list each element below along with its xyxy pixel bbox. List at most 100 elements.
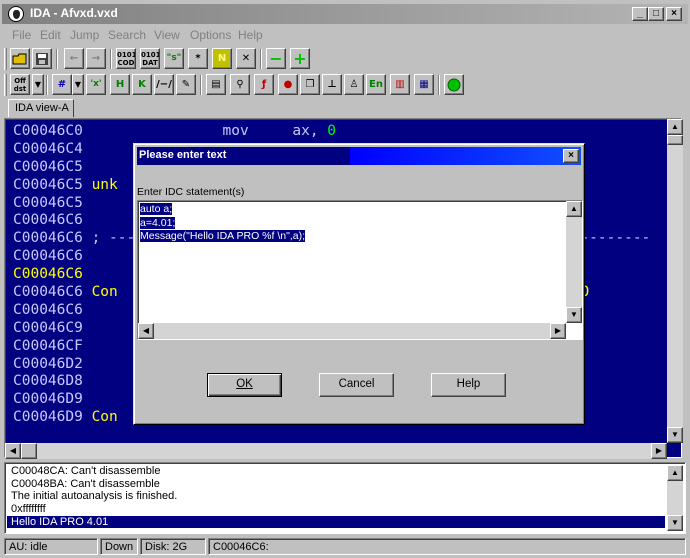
- line-address: C00046D2: [13, 355, 83, 372]
- negate-button[interactable]: /−/: [154, 74, 174, 95]
- line-address: C00046D9: [13, 409, 83, 426]
- person-icon[interactable]: ♙: [344, 74, 364, 95]
- make-code-button[interactable]: 0101 COD: [116, 48, 136, 69]
- rename-button[interactable]: N: [212, 48, 232, 69]
- scroll-up-icon[interactable]: ▲: [667, 465, 683, 481]
- message-line-selected: Hello IDA PRO 4.01: [7, 515, 665, 529]
- pencil-icon[interactable]: ✎: [176, 74, 196, 95]
- menu-view[interactable]: View: [154, 28, 180, 42]
- number-button[interactable]: #: [52, 74, 72, 95]
- message-line: C00048CA: Can't disassemble: [11, 465, 161, 477]
- menu-edit[interactable]: Edit: [40, 28, 61, 42]
- line-address: C00046C6: [13, 284, 83, 301]
- toolbar-separator: [260, 49, 262, 69]
- disassembly-vertical-scrollbar[interactable]: ▲ ▼: [667, 119, 683, 443]
- scroll-right-icon[interactable]: ▶: [550, 323, 566, 339]
- toolbar-separator: [46, 75, 48, 95]
- offset-button[interactable]: Off dst: [10, 74, 30, 95]
- idc-vertical-scrollbar[interactable]: ▲ ▼: [566, 201, 582, 323]
- message-vertical-scrollbar[interactable]: ▲ ▼: [667, 465, 683, 531]
- make-array-button[interactable]: *: [188, 48, 208, 69]
- windows-icon[interactable]: ❐: [300, 74, 320, 95]
- line-operand-number: 0: [327, 123, 337, 139]
- scroll-right-icon[interactable]: ▶: [651, 443, 667, 459]
- menu-options[interactable]: Options: [190, 28, 231, 42]
- ok-button[interactable]: OK: [207, 373, 282, 397]
- function-icon[interactable]: ƒ: [254, 74, 274, 95]
- close-button[interactable]: ×: [666, 7, 682, 21]
- toolbar-grip[interactable]: [4, 48, 7, 70]
- calculator-icon[interactable]: ▦: [414, 74, 434, 95]
- tab-ida-view-a[interactable]: IDA view-A: [8, 99, 74, 117]
- graph-icon[interactable]: ⊥: [322, 74, 342, 95]
- message-line: The initial autoanalysis is finished.: [11, 490, 178, 503]
- save-disk-icon[interactable]: [32, 48, 52, 69]
- make-string-button[interactable]: "s": [164, 48, 184, 69]
- notes-icon[interactable]: ▥: [390, 74, 410, 95]
- scroll-down-icon[interactable]: ▼: [667, 515, 683, 531]
- line-text: mov ax,: [82, 123, 328, 139]
- line-address: C00046C9: [13, 319, 83, 336]
- line-address: C00046D9: [13, 391, 83, 408]
- window-titlebar: IDA - Afvxd.vxd _ □ ×: [2, 4, 688, 24]
- char-button[interactable]: 'x': [86, 74, 106, 95]
- toolbar-separator: [200, 75, 202, 95]
- status-disk: Disk: 2G: [140, 538, 206, 555]
- toolbar-grip[interactable]: [4, 74, 7, 96]
- enter-text-dialog: Please enter text × Enter IDC statement(…: [133, 143, 585, 425]
- english-button[interactable]: En: [366, 74, 386, 95]
- scroll-thumb[interactable]: [667, 135, 683, 145]
- scroll-up-icon[interactable]: ▲: [667, 119, 683, 135]
- idc-line: auto a;: [140, 203, 173, 215]
- line-text: unk: [82, 176, 118, 193]
- line-address: C00046C0: [13, 123, 83, 139]
- idc-horizontal-scrollbar[interactable]: ◀ ▶: [138, 323, 566, 339]
- line-address: C00046C5: [13, 194, 83, 211]
- hex-button[interactable]: H: [110, 74, 130, 95]
- scroll-up-icon[interactable]: ▲: [566, 201, 582, 217]
- collapse-button[interactable]: −: [266, 48, 286, 69]
- idc-statement-input[interactable]: auto a; a=4.01; Message("Hello IDA PRO %…: [137, 200, 583, 340]
- open-folder-icon[interactable]: [10, 48, 30, 69]
- ida-app-icon[interactable]: [8, 6, 24, 22]
- idc-statement-label: Enter IDC statement(s): [137, 186, 245, 198]
- cancel-button[interactable]: Cancel: [319, 373, 394, 397]
- toolbar-separator: [438, 75, 440, 95]
- offset-dropdown-button[interactable]: ▼: [32, 74, 44, 95]
- make-data-button[interactable]: 0101 DAT: [140, 48, 160, 69]
- forward-arrow-icon[interactable]: →: [86, 48, 106, 69]
- message-window[interactable]: C00048CA: Can't disassemble C00048BA: Ca…: [4, 462, 686, 534]
- number-dropdown-button[interactable]: ▼: [72, 74, 84, 95]
- scroll-left-icon[interactable]: ◀: [138, 323, 154, 339]
- bicycle-icon[interactable]: ⚲: [230, 74, 250, 95]
- menu-help[interactable]: Help: [238, 28, 263, 42]
- line-address: C00046C6: [13, 248, 83, 265]
- idc-text: auto a; a=4.01; Message("Hello IDA PRO %…: [140, 203, 306, 244]
- help-button[interactable]: Help: [431, 373, 506, 397]
- undefine-button[interactable]: ✕: [236, 48, 256, 69]
- line-address: C00046C6: [13, 212, 83, 229]
- line-address: C00046C6: [13, 230, 83, 247]
- back-arrow-icon[interactable]: ←: [64, 48, 84, 69]
- breakpoint-icon[interactable]: ●: [278, 74, 298, 95]
- scroll-thumb[interactable]: [21, 443, 37, 459]
- stack-var-button[interactable]: K: [132, 74, 152, 95]
- menu-search[interactable]: Search: [108, 28, 146, 42]
- scroll-down-icon[interactable]: ▼: [566, 307, 582, 323]
- main-toolbar: ← → 0101 COD 0101 DAT "s" * N ✕ − +: [4, 47, 684, 71]
- menu-jump[interactable]: Jump: [70, 28, 99, 42]
- menu-file[interactable]: File: [12, 28, 31, 42]
- scroll-left-icon[interactable]: ◀: [5, 443, 21, 459]
- run-green-icon[interactable]: [444, 74, 464, 95]
- secondary-toolbar: Off dst ▼ # ▼ 'x' H K /−/ ✎ ▤ ⚲ ƒ ● ❐ ⊥ …: [4, 73, 684, 97]
- scroll-down-icon[interactable]: ▼: [667, 427, 683, 443]
- maximize-button[interactable]: □: [648, 7, 664, 21]
- menu-bar: File Edit Jump Search View Options Help: [2, 25, 688, 44]
- minimize-button[interactable]: _: [632, 7, 648, 21]
- expand-button[interactable]: +: [290, 48, 310, 69]
- disassembly-line[interactable]: C00046C0 mov ax, 0: [13, 123, 650, 141]
- dialog-close-button[interactable]: ×: [563, 149, 579, 163]
- document-icon[interactable]: ▤: [206, 74, 226, 95]
- line-address: C00046D8: [13, 373, 83, 390]
- disassembly-horizontal-scrollbar[interactable]: ◀ ▶: [5, 443, 667, 459]
